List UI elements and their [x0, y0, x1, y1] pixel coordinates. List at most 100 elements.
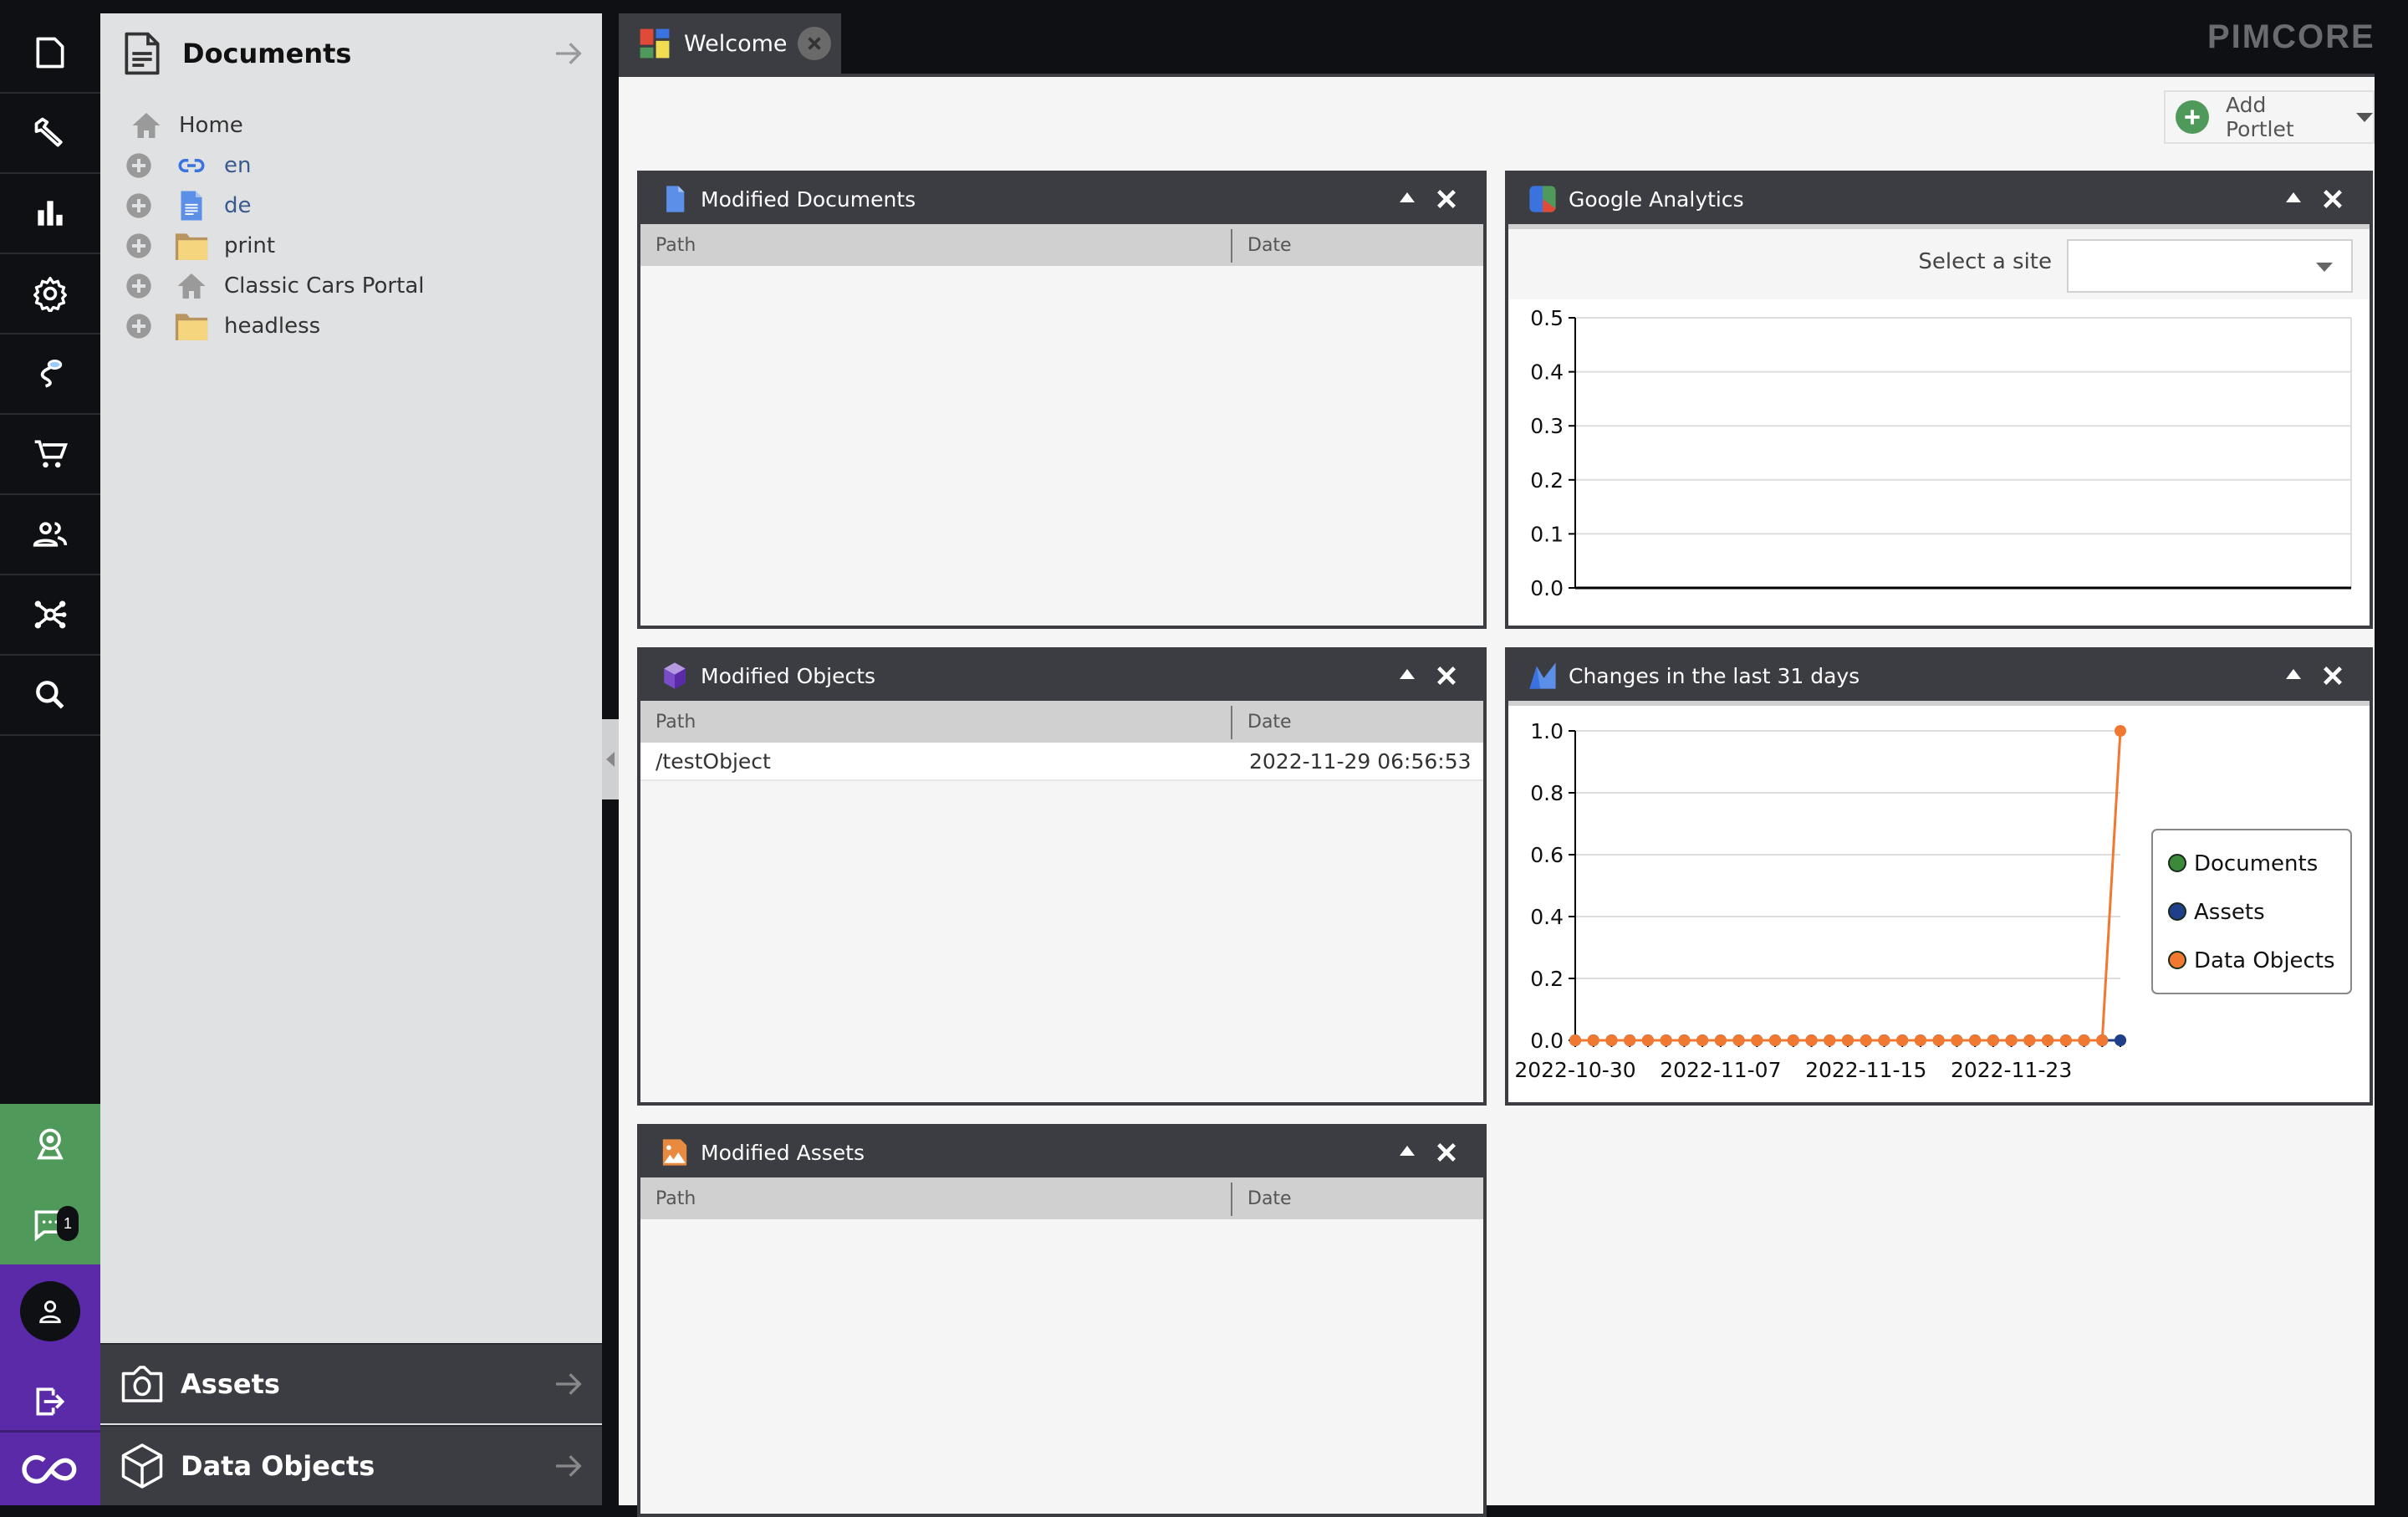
portlet-header[interactable]: Modified Documents — [640, 174, 1483, 224]
tree-item-classic-cars-portal[interactable]: Classic Cars Portal — [125, 266, 424, 306]
arrow-right-icon[interactable] — [552, 37, 585, 70]
tab-close-button[interactable] — [798, 27, 831, 60]
nav-ecommerce[interactable] — [0, 415, 100, 495]
data-point — [1769, 1034, 1782, 1046]
column-header-date[interactable]: Date — [1232, 1177, 1292, 1219]
portlet-google-analytics: Google Analytics Select a site 0.0 0.1 0.2… — [1505, 171, 2373, 629]
cart-icon — [34, 440, 68, 468]
tree-item-label: Home — [179, 113, 243, 138]
logout-icon — [36, 1387, 65, 1416]
y-tick-label: 0.4 — [1530, 905, 1564, 929]
column-header-path[interactable]: Path — [640, 1177, 696, 1219]
add-portlet-label: Add Portlet — [2225, 93, 2294, 141]
ga-toolbar: Select a site — [1508, 224, 2370, 299]
data-point — [1587, 1034, 1599, 1046]
collapse-icon[interactable] — [1400, 669, 1415, 679]
portlet-changes-chart: Changes in the last 31 days 0.0 0.2 0.4 0.6… — [1505, 647, 2373, 1106]
nav-marketing[interactable] — [0, 174, 100, 254]
column-header-date[interactable]: Date — [1232, 224, 1292, 266]
folder-icon — [174, 230, 209, 262]
nav-graph[interactable] — [0, 575, 100, 656]
folder-icon — [174, 310, 209, 342]
changes-chart: 0.0 0.2 0.4 0.6 0.8 1.0 2022-10-30 2022-11-07 20… — [1514, 719, 2352, 1082]
expand-icon[interactable] — [125, 192, 152, 219]
portlet-modified-objects: Modified Objects Path Date /testObject 2… — [637, 647, 1487, 1106]
arrow-right-icon[interactable] — [552, 1449, 585, 1483]
nav-guide[interactable] — [0, 1104, 100, 1184]
nav-datahub[interactable] — [0, 335, 100, 415]
expand-icon[interactable] — [125, 152, 152, 179]
portlet-header[interactable]: Modified Objects — [640, 651, 1483, 701]
select-site-label: Select a site — [1918, 249, 2052, 274]
grid-header: Path Date — [640, 224, 1483, 266]
x-tick-label: 2022-11-15 — [1805, 1058, 1926, 1082]
close-icon[interactable] — [1435, 1141, 1458, 1164]
y-tick-label: 0.2 — [1530, 967, 1564, 991]
column-header-path[interactable]: Path — [640, 224, 696, 266]
data-point — [1896, 1034, 1909, 1046]
tree-item-headless[interactable]: headless — [125, 306, 320, 346]
close-icon[interactable] — [2321, 664, 2344, 687]
accordion-data-objects[interactable]: Data Objects — [100, 1425, 602, 1505]
expand-icon[interactable] — [125, 313, 152, 340]
changes-chart-area: 0.0 0.2 0.4 0.6 0.8 1.0 2022-10-30 2022-11-07 20… — [1508, 701, 2370, 1102]
tree-item-label: Classic Cars Portal — [224, 273, 425, 299]
portlet-header[interactable]: Google Analytics — [1508, 174, 2370, 224]
portlet-title: Modified Assets — [701, 1140, 865, 1165]
data-point — [1878, 1034, 1890, 1046]
rail-tools-section: 1 — [0, 1104, 100, 1264]
close-icon[interactable] — [1435, 664, 1458, 687]
data-point — [1860, 1034, 1872, 1046]
y-tick-label: 0.8 — [1530, 781, 1564, 805]
nav-users[interactable] — [0, 495, 100, 575]
tree-item-label: en — [224, 153, 252, 178]
legend-label: Assets — [2194, 900, 2265, 925]
expand-icon[interactable] — [125, 232, 152, 259]
data-point — [1569, 1034, 1581, 1046]
nav-search[interactable] — [0, 656, 100, 736]
nav-notifications[interactable]: 1 — [0, 1184, 100, 1264]
column-header-path[interactable]: Path — [640, 701, 696, 743]
data-point — [1641, 1034, 1654, 1046]
pimcore-home[interactable] — [0, 1430, 100, 1505]
portlet-header[interactable]: Changes in the last 31 days — [1508, 651, 2370, 701]
collapse-panel-handle[interactable] — [602, 719, 619, 799]
table-row[interactable]: /testObject 2022-11-29 06:56:53 — [640, 743, 1483, 781]
grid-header: Path Date — [640, 1177, 1483, 1219]
tree-item-home[interactable]: Home — [129, 105, 243, 146]
tree-header[interactable]: Documents — [100, 13, 602, 94]
area-chart-icon — [1529, 662, 1556, 689]
tab-welcome[interactable]: Welcome — [619, 13, 841, 74]
collapse-icon[interactable] — [1400, 192, 1415, 202]
add-portlet-button[interactable]: Add Portlet — [2164, 90, 2375, 144]
site-select[interactable] — [2067, 239, 2353, 293]
nav-documents[interactable] — [0, 13, 100, 94]
nav-settings[interactable] — [0, 254, 100, 335]
ga-chart-area: 0.0 0.1 0.2 0.3 0.4 0.5 — [1508, 299, 2370, 626]
data-point — [1969, 1034, 1982, 1046]
expand-icon[interactable] — [125, 273, 152, 299]
tree-item-print[interactable]: print — [125, 226, 275, 266]
column-header-date[interactable]: Date — [1232, 701, 1292, 743]
rail-user-section — [0, 1264, 100, 1505]
collapse-icon[interactable] — [2286, 669, 2301, 679]
y-tick-label: 0.5 — [1530, 306, 1564, 330]
nav-tools[interactable] — [0, 94, 100, 174]
tree-item-de[interactable]: de — [125, 186, 252, 226]
close-icon[interactable] — [1435, 187, 1458, 211]
close-icon[interactable] — [2321, 187, 2344, 211]
collapse-icon[interactable] — [1400, 1146, 1415, 1156]
portlet-header[interactable]: Modified Assets — [640, 1127, 1483, 1177]
cell-date: 2022-11-29 06:56:53 — [1249, 749, 1472, 774]
collapse-icon[interactable] — [2286, 192, 2301, 202]
data-point — [2005, 1034, 2018, 1046]
accordion-title: Assets — [181, 1368, 280, 1400]
arrow-right-icon[interactable] — [552, 1367, 585, 1401]
accordion-assets[interactable]: Assets — [100, 1343, 602, 1423]
data-point — [1932, 1034, 1945, 1046]
data-point — [1824, 1034, 1836, 1046]
legend-label: Data Objects — [2194, 948, 2335, 973]
search-icon — [36, 681, 64, 709]
user-avatar[interactable] — [20, 1281, 80, 1341]
tree-item-en[interactable]: en — [125, 146, 251, 186]
